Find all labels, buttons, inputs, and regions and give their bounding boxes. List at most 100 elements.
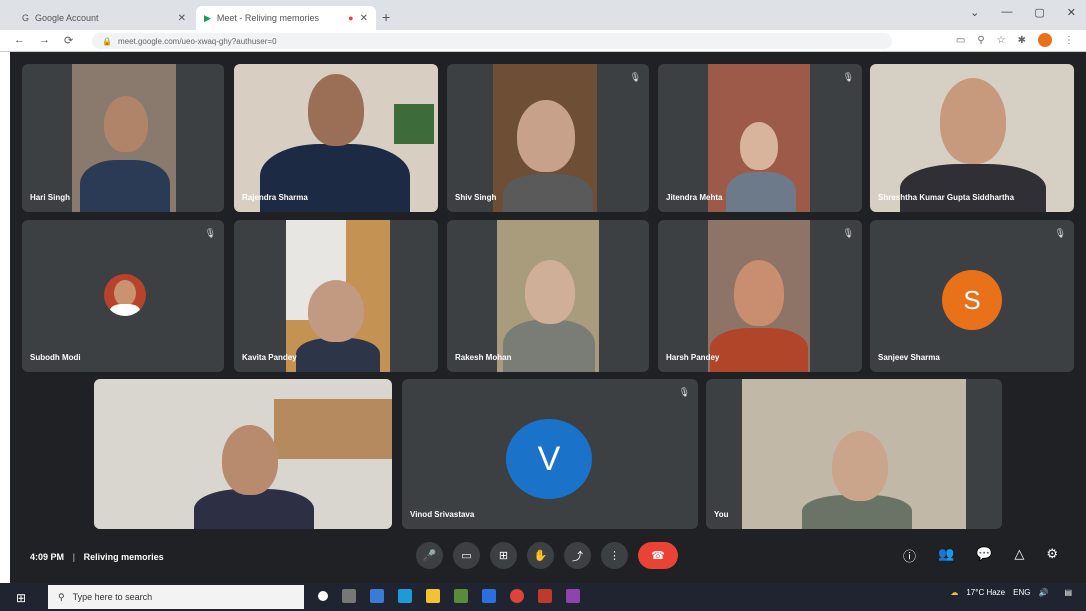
mic-off-icon: 🎙 xyxy=(204,228,216,238)
close-window-button[interactable]: ✕ xyxy=(1067,6,1076,19)
participant-tile[interactable]: 🎙 Subodh Modi xyxy=(22,220,224,372)
participant-tile[interactable]: You xyxy=(706,379,1002,529)
url-field[interactable]: 🔒 meet.google.com/ueo-xwaq-ghy?authuser=… xyxy=(92,33,892,49)
meeting-title: Reliving memories xyxy=(83,552,164,562)
browser-tab-bar: G Google Account ✕ ▶ Meet - Reliving mem… xyxy=(0,0,1086,30)
recording-dot-icon: ● xyxy=(348,13,354,23)
participant-video xyxy=(493,64,597,212)
weather-icon: ☁ xyxy=(950,588,959,597)
zoom-icon[interactable]: ⚲ xyxy=(977,35,984,46)
tab-label: Google Account xyxy=(35,13,99,23)
windows-start-icon[interactable]: ⊞ xyxy=(16,591,26,605)
tray-language[interactable]: ENG xyxy=(1013,588,1030,597)
meeting-time: 4:09 PM xyxy=(30,552,65,562)
minimize-button[interactable]: — xyxy=(1001,6,1012,19)
store-icon[interactable] xyxy=(454,589,468,603)
meet-icon: ▶ xyxy=(204,12,211,23)
meeting-info: 4:09 PM | Reliving memories xyxy=(30,552,164,562)
participant-video xyxy=(94,379,392,529)
participant-tile[interactable]: Shreshtha Kumar Gupta Siddhartha xyxy=(870,64,1074,212)
participant-tile[interactable]: Rajendra Sharma xyxy=(234,64,438,212)
participant-name: Subodh Modi xyxy=(30,353,81,362)
lock-icon: 🔒 xyxy=(102,36,112,46)
google-icon: G xyxy=(22,13,30,23)
participant-avatar-s: S xyxy=(942,270,1002,330)
chat-icon[interactable]: 💬 xyxy=(976,546,992,565)
participant-name: Hari Singh xyxy=(30,193,71,202)
cortana-icon[interactable] xyxy=(318,591,328,601)
participant-tile[interactable]: 🎙 Harsh Pandey xyxy=(658,220,862,372)
volume-icon[interactable]: 🔊 xyxy=(1038,588,1048,597)
call-controls: 🎤 ▭ ⊞ ✋ ⤴ ⋮ ☎ xyxy=(416,542,678,569)
participant-tile[interactable]: Hari Singh xyxy=(22,64,224,212)
participant-video xyxy=(708,64,810,212)
window-controls: ⌄ — ▢ ✕ xyxy=(970,6,1076,19)
new-tab-button[interactable]: + xyxy=(382,9,390,25)
close-tab-icon[interactable]: ✕ xyxy=(360,13,368,24)
end-call-button[interactable]: ☎ xyxy=(638,542,678,569)
participant-name: Kavita Pandey xyxy=(242,353,297,362)
weather-text[interactable]: 17°C Haze xyxy=(966,588,1005,597)
participant-name: Shreshtha Kumar Gupta Siddhartha xyxy=(878,193,1015,202)
file-explorer-icon[interactable] xyxy=(426,589,440,603)
app-icon[interactable] xyxy=(566,589,580,603)
browser-tab-meet[interactable]: ▶ Meet - Reliving memories ● ✕ xyxy=(196,6,376,30)
search-placeholder: Type here to search xyxy=(72,592,153,602)
notifications-icon[interactable]: ▤ xyxy=(1064,588,1072,597)
chrome-icon[interactable] xyxy=(510,589,524,603)
side-controls: ⓘ 👥 💬 △ ⚙ xyxy=(903,546,1058,565)
host-controls-icon[interactable]: ⚙ xyxy=(1046,546,1058,565)
participant-tile[interactable]: Kavita Pandey xyxy=(234,220,438,372)
word-icon[interactable] xyxy=(482,589,496,603)
participant-name: You xyxy=(714,510,729,519)
search-icon: ⚲ xyxy=(58,591,65,602)
tab-search-button[interactable]: ⌄ xyxy=(970,6,979,19)
participant-video xyxy=(72,64,176,212)
meet-stage: Hari Singh Rajendra Sharma 🎙 Shiv Singh … xyxy=(10,52,1086,583)
participant-video xyxy=(708,220,810,372)
powerpoint-icon[interactable] xyxy=(538,589,552,603)
camera-button[interactable]: ▭ xyxy=(453,542,480,569)
taskbar-search-field[interactable]: ⚲ Type here to search xyxy=(48,585,304,609)
edge-icon[interactable] xyxy=(398,589,412,603)
profile-avatar[interactable] xyxy=(1038,33,1052,47)
participant-avatar-photo xyxy=(104,274,146,316)
mic-off-icon: 🎙 xyxy=(1054,228,1066,238)
captions-button[interactable]: ⊞ xyxy=(490,542,517,569)
extensions-icon[interactable]: ✱ xyxy=(1018,35,1026,46)
browser-menu-icon[interactable]: ⋮ xyxy=(1064,35,1074,46)
more-options-button[interactable]: ⋮ xyxy=(601,542,628,569)
participant-name: Vinod Srivastava xyxy=(410,510,475,519)
forward-button[interactable]: → xyxy=(39,34,50,47)
maximize-button[interactable]: ▢ xyxy=(1034,6,1044,19)
participant-name: Rajendra Sharma xyxy=(242,193,308,202)
participant-tile[interactable]: Rakesh Mohan xyxy=(447,220,649,372)
present-button[interactable]: ⤴ xyxy=(564,542,591,569)
people-icon[interactable]: 👥 xyxy=(938,546,954,565)
meeting-details-icon[interactable]: ⓘ xyxy=(903,546,916,565)
participant-tile[interactable]: 🎙 Jitendra Mehta xyxy=(658,64,862,212)
activities-icon[interactable]: △ xyxy=(1014,546,1024,565)
participant-tile[interactable]: 🎙 Shiv Singh xyxy=(447,64,649,212)
reload-button[interactable]: ⟳ xyxy=(64,34,73,47)
camera-indicator-icon[interactable]: ▭ xyxy=(956,35,965,46)
raise-hand-button[interactable]: ✋ xyxy=(527,542,554,569)
participant-tile[interactable]: V 🎙 Vinod Srivastava xyxy=(402,379,698,529)
participant-video xyxy=(234,64,438,212)
separator: | xyxy=(72,552,76,562)
participant-video xyxy=(742,379,966,529)
taskbar-apps xyxy=(318,589,580,603)
nav-buttons: ← → ⟳ xyxy=(14,34,73,47)
back-button[interactable]: ← xyxy=(14,34,25,47)
mail-icon[interactable] xyxy=(370,589,384,603)
tab-label: Meet - Reliving memories xyxy=(216,13,319,23)
participant-tile[interactable]: S 🎙 Sanjeev Sharma xyxy=(870,220,1074,372)
bookmark-star-icon[interactable]: ☆ xyxy=(997,35,1006,46)
close-tab-icon[interactable]: ✕ xyxy=(178,13,186,24)
browser-tab-google-account[interactable]: G Google Account ✕ xyxy=(14,6,194,30)
participant-tile[interactable] xyxy=(94,379,392,529)
task-view-icon[interactable] xyxy=(342,589,356,603)
participant-name: Shiv Singh xyxy=(455,193,497,202)
microphone-button[interactable]: 🎤 xyxy=(416,542,443,569)
mic-off-icon: 🎙 xyxy=(678,387,690,397)
